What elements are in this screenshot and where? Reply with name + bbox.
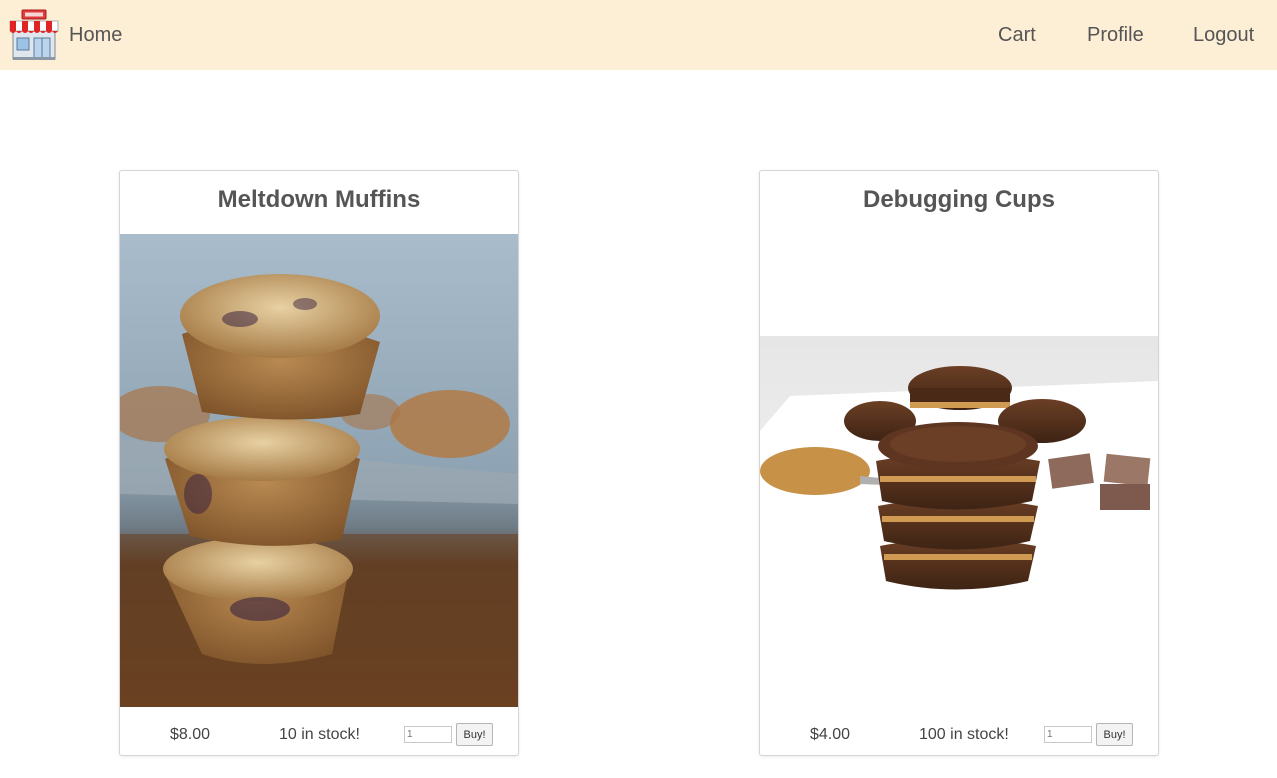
shop-storefront-icon	[9, 9, 59, 60]
peanut-butter-cups-image	[760, 336, 1158, 605]
cart-link[interactable]: Cart	[998, 22, 1036, 48]
navbar: Home Cart Profile Logout	[0, 0, 1277, 70]
muffins-image	[120, 234, 518, 707]
product-price: $8.00	[170, 726, 211, 743]
product-price: $4.00	[810, 726, 851, 743]
product-title: Debugging Cups	[863, 186, 1055, 213]
product-card-debugging-cups: Debugging Cups $4.00 100 in stock! 1 Buy…	[759, 170, 1159, 756]
quantity-input[interactable]	[1044, 726, 1092, 743]
product-footer: $8.00 10 in stock! Buy!	[120, 723, 518, 747]
product-stock: 100 in stock!	[919, 726, 1009, 743]
profile-link[interactable]: Profile	[1087, 22, 1144, 48]
product-footer: $4.00 100 in stock! Buy!	[760, 723, 1158, 747]
logout-link[interactable]: Logout	[1193, 22, 1254, 48]
product-stock: 10 in stock!	[279, 726, 360, 743]
buy-button[interactable]: Buy!	[456, 723, 493, 746]
quantity-input[interactable]	[404, 726, 452, 743]
home-label: Home	[69, 23, 123, 46]
buy-button[interactable]: Buy!	[1096, 723, 1133, 746]
product-title: Meltdown Muffins	[217, 186, 421, 213]
product-card-meltdown-muffins: Meltdown Muffins $8.00 10 in stock! 1 Bu…	[119, 170, 519, 756]
home-link[interactable]: Home	[8, 9, 122, 61]
